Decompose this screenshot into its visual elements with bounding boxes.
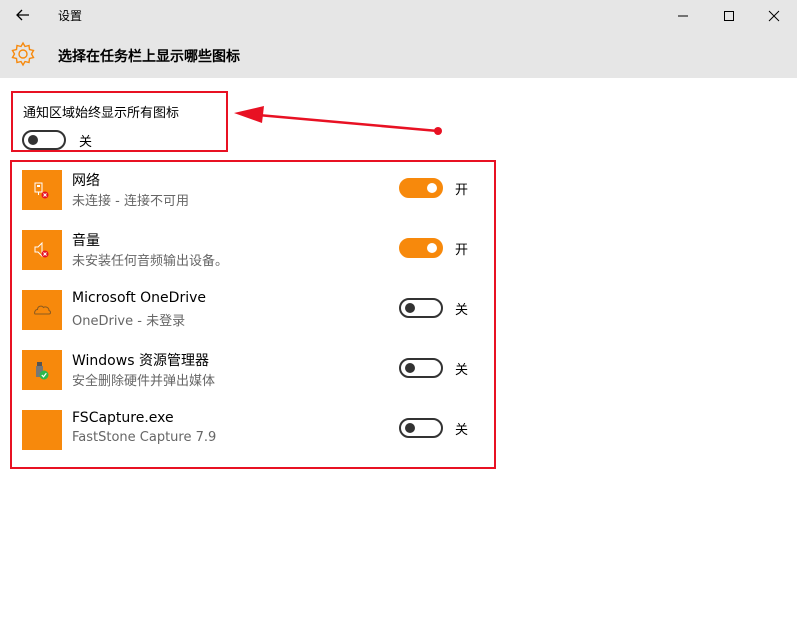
toggle-knob	[28, 135, 38, 145]
blank-app-icon	[22, 410, 62, 450]
toggle-knob	[405, 423, 415, 433]
gear-icon	[11, 41, 35, 67]
item-toggle[interactable]	[399, 418, 443, 438]
toggle-knob	[405, 303, 415, 313]
item-state: 关	[455, 423, 469, 438]
item-description: OneDrive - 未登录	[72, 314, 186, 329]
page-header: 选择在任务栏上显示哪些图标	[0, 31, 797, 78]
list-item: Microsoft OneDrive OneDrive - 未登录 关	[22, 290, 482, 332]
volume-error-icon	[22, 230, 62, 270]
item-name: 音量	[72, 233, 100, 249]
close-button[interactable]	[751, 0, 797, 31]
item-state: 开	[455, 183, 469, 198]
item-toggle[interactable]	[399, 358, 443, 378]
annotation-arrow	[234, 106, 442, 135]
toggle-knob	[427, 243, 437, 253]
title-bar: 设置	[0, 0, 797, 31]
item-description: 未安装任何音频输出设备。	[72, 254, 229, 269]
list-item: Windows 资源管理器 安全删除硬件并弹出媒体 关	[22, 350, 482, 392]
toggle-knob	[405, 363, 415, 373]
item-state: 关	[455, 303, 469, 318]
list-item: FSCapture.exe FastStone Capture 7.9 关	[22, 410, 482, 452]
item-description: 未连接 - 连接不可用	[72, 194, 189, 209]
minimize-button[interactable]	[660, 0, 706, 31]
item-description: 安全删除硬件并弹出媒体	[72, 374, 216, 389]
page-title: 选择在任务栏上显示哪些图标	[58, 49, 240, 65]
always-show-toggle[interactable]	[22, 130, 66, 150]
close-icon	[768, 10, 780, 21]
back-button[interactable]	[12, 4, 34, 26]
always-show-state: 关	[79, 135, 93, 150]
arrow-left-icon	[16, 9, 29, 21]
maximize-button[interactable]	[706, 0, 752, 31]
item-description: FastStone Capture 7.9	[72, 430, 217, 445]
list-item: 网络 未连接 - 连接不可用 开	[22, 170, 482, 212]
window-title: 设置	[58, 9, 83, 23]
icon-list: 网络 未连接 - 连接不可用 开 音量 未安装任何音频输出设备。 开 Micro…	[10, 160, 496, 469]
item-state: 关	[455, 363, 469, 378]
item-toggle[interactable]	[399, 298, 443, 318]
item-state: 开	[455, 243, 469, 258]
item-toggle[interactable]	[399, 178, 443, 198]
usb-eject-icon	[22, 350, 62, 390]
item-name: Microsoft OneDrive	[72, 290, 206, 306]
always-show-section: 通知区域始终显示所有图标 关	[11, 91, 228, 152]
list-item: 音量 未安装任何音频输出设备。 开	[22, 230, 482, 272]
item-name: FSCapture.exe	[72, 410, 174, 426]
minimize-icon	[678, 15, 688, 16]
toggle-knob	[427, 183, 437, 193]
item-name: Windows 资源管理器	[72, 353, 209, 369]
onedrive-cloud-icon	[22, 290, 62, 330]
network-error-icon	[22, 170, 62, 210]
maximize-icon	[724, 10, 734, 21]
always-show-label: 通知区域始终显示所有图标	[23, 106, 180, 121]
item-toggle[interactable]	[399, 238, 443, 258]
item-name: 网络	[72, 173, 100, 189]
